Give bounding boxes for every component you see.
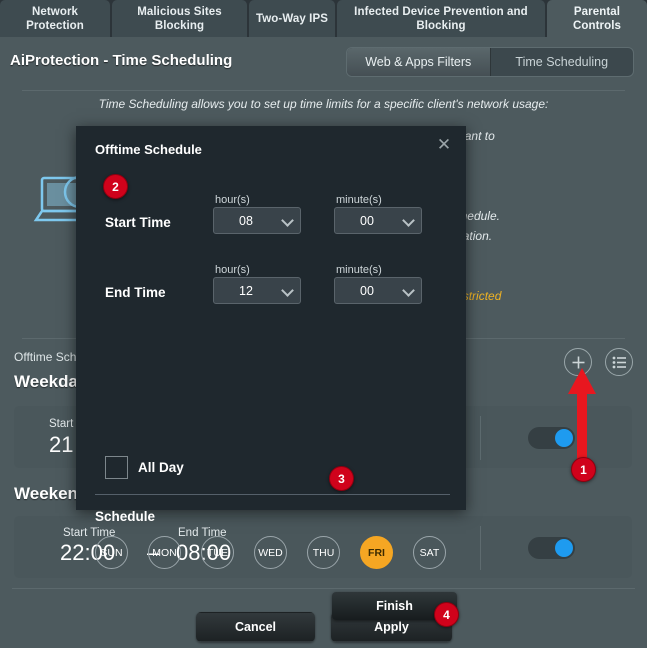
- start-hour-label: hour(s): [215, 194, 250, 206]
- intro-text: Time Scheduling allows you to set up tim…: [98, 97, 549, 111]
- tab-infected-device-prevention-and-blocking[interactable]: Infected Device Prevention and Blocking: [337, 0, 545, 37]
- weekend-enable-toggle[interactable]: [528, 537, 575, 559]
- weekday-start-value: 21: [49, 432, 74, 457]
- weekday-start-label: Start: [49, 418, 74, 430]
- day-label: TUE: [207, 546, 228, 559]
- end-hour-label: hour(s): [215, 264, 250, 276]
- start-minute-label: minute(s): [336, 194, 382, 206]
- chevron-down-icon: [281, 284, 294, 297]
- start-time-label: Start Time: [105, 215, 171, 230]
- dialog-divider: [95, 494, 450, 495]
- subtab-web-apps-filters[interactable]: Web & Apps Filters: [347, 48, 491, 76]
- day-label: MON: [152, 546, 177, 559]
- day-label: WED: [258, 546, 283, 559]
- annotation-badge-1: 1: [571, 457, 596, 482]
- all-day-label: All Day: [138, 460, 184, 475]
- day-label: SAT: [419, 546, 440, 559]
- dialog-title: Offtime Schedule: [95, 142, 202, 157]
- day-toggle-fri[interactable]: FRI: [360, 536, 393, 569]
- start-hour-select[interactable]: 08: [213, 207, 301, 234]
- day-toggle-thu[interactable]: THU: [307, 536, 340, 569]
- all-day-checkbox[interactable]: [105, 456, 128, 479]
- main-tab-bar: Network Protection Malicious Sites Block…: [0, 0, 647, 37]
- chevron-down-icon: [281, 214, 294, 227]
- tab-two-way-ips[interactable]: Two-Way IPS: [249, 0, 335, 37]
- subtab-time-scheduling[interactable]: Time Scheduling: [491, 48, 634, 76]
- annotation-badge-2: 2: [103, 174, 128, 199]
- day-label: THU: [312, 546, 335, 559]
- end-minute-label: minute(s): [336, 264, 382, 276]
- day-toggle-sun[interactable]: SUN: [95, 536, 128, 569]
- annotation-badge-4: 4: [434, 602, 459, 627]
- end-hour-select[interactable]: 12: [213, 277, 301, 304]
- cancel-button[interactable]: Cancel: [196, 612, 315, 642]
- weekend-row-divider: [480, 526, 481, 570]
- day-toggle-wed[interactable]: WED: [254, 536, 287, 569]
- weekday-row-divider: [480, 416, 481, 460]
- tab-label: Infected Device Prevention and Blocking: [354, 5, 528, 32]
- start-hour-value: 08: [239, 213, 253, 228]
- chevron-down-icon: [402, 214, 415, 227]
- day-label: SUN: [100, 546, 123, 559]
- day-toggle-sat[interactable]: SAT: [413, 536, 446, 569]
- chevron-down-icon: [402, 284, 415, 297]
- schedule-label: Schedule: [95, 509, 156, 524]
- end-minute-select[interactable]: 00: [334, 277, 422, 304]
- aiprotection-time-scheduling-page: Network Protection Malicious Sites Block…: [0, 0, 647, 648]
- subtab-group: Web & Apps Filters Time Scheduling: [346, 47, 634, 77]
- tab-malicious-sites-blocking[interactable]: Malicious Sites Blocking: [112, 0, 247, 37]
- end-minute-value: 00: [360, 283, 374, 298]
- tab-label: Parental Controls: [572, 5, 622, 32]
- offtime-section-label: Offtime Sche: [14, 350, 84, 364]
- start-minute-value: 00: [360, 213, 374, 228]
- tab-label: Two-Way IPS: [255, 12, 329, 25]
- toggle-knob: [555, 539, 573, 557]
- tab-parental-controls[interactable]: Parental Controls: [547, 0, 647, 37]
- tab-network-protection[interactable]: Network Protection: [0, 0, 110, 37]
- tab-label: Malicious Sites Blocking: [137, 5, 222, 32]
- page-header: AiProtection - Time Scheduling Web & App…: [0, 37, 647, 90]
- weekend-group-title: Weeken: [14, 484, 78, 503]
- subtab-label: Web & Apps Filters: [365, 55, 472, 69]
- start-minute-select[interactable]: 00: [334, 207, 422, 234]
- subtab-label: Time Scheduling: [515, 55, 609, 69]
- page-title: AiProtection - Time Scheduling: [10, 52, 233, 69]
- close-icon[interactable]: ✕: [434, 135, 454, 155]
- day-toggle-tue[interactable]: TUE: [201, 536, 234, 569]
- schedule-list-button[interactable]: [605, 348, 633, 376]
- footer-divider: [12, 588, 635, 589]
- annotation-arrow: [568, 368, 596, 468]
- weekday-group-title: Weekda: [14, 372, 78, 391]
- end-time-label: End Time: [105, 285, 166, 300]
- header-divider: [22, 90, 625, 91]
- end-hour-value: 12: [239, 283, 253, 298]
- list-icon: [612, 356, 626, 368]
- day-label: FRI: [368, 546, 385, 559]
- tab-label: Network Protection: [26, 5, 84, 32]
- annotation-badge-3: 3: [329, 466, 354, 491]
- offtime-schedule-dialog: Offtime Schedule ✕ Start Time hour(s) 08…: [76, 126, 466, 620]
- day-toggle-mon[interactable]: MON: [148, 536, 181, 569]
